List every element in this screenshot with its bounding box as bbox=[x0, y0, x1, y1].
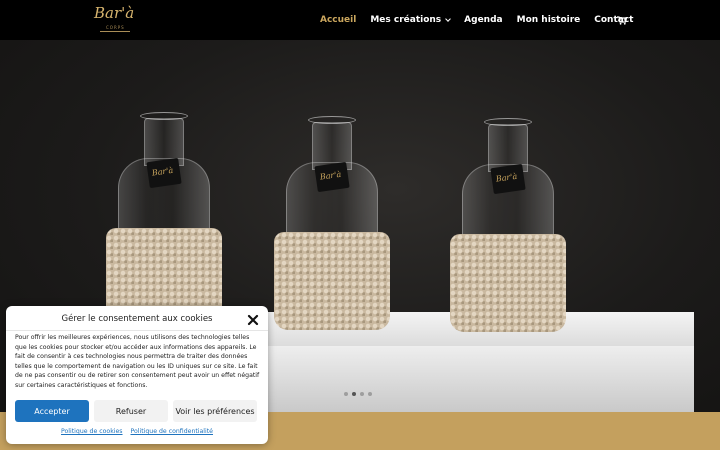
divider bbox=[6, 330, 268, 331]
view-preferences-button[interactable]: Voir les préférences bbox=[173, 400, 257, 422]
vase-image: Bar'à bbox=[448, 104, 568, 344]
site-logo[interactable]: Bar'à CORPS bbox=[92, 4, 134, 36]
nav-item-mon-histoire[interactable]: Mon histoire bbox=[517, 15, 581, 25]
brand-tag-text: Bar'à bbox=[319, 169, 342, 182]
nav-item-label: Contact bbox=[594, 15, 634, 25]
nav-item-mes-creations[interactable]: Mes créations bbox=[370, 15, 452, 25]
nav-item-agenda[interactable]: Agenda bbox=[464, 15, 502, 25]
main-nav: Accueil Mes créations Agenda Mon histoir… bbox=[320, 13, 647, 27]
brand-tag-text: Bar'à bbox=[495, 171, 518, 184]
policy-links: Politique de cookies Politique de confid… bbox=[6, 428, 268, 435]
logo-wordmark: Bar'à bbox=[94, 4, 135, 22]
cookie-policy-link[interactable]: Politique de cookies bbox=[61, 428, 123, 435]
nav-item-accueil[interactable]: Accueil bbox=[320, 15, 356, 25]
nav-item-label: Accueil bbox=[320, 15, 357, 25]
shopping-cart-icon[interactable] bbox=[617, 16, 627, 25]
brand-tag: Bar'à bbox=[490, 163, 526, 195]
slider-dot[interactable] bbox=[344, 392, 348, 396]
slider-dot[interactable] bbox=[368, 392, 372, 396]
slider-dot[interactable] bbox=[360, 392, 364, 396]
vase-image: Bar'à bbox=[272, 102, 392, 342]
vase-image: Bar'à bbox=[104, 98, 224, 338]
logo-underline bbox=[100, 31, 130, 32]
privacy-policy-link[interactable]: Politique de confidentialité bbox=[131, 428, 213, 435]
slider-pagination bbox=[344, 392, 376, 396]
accept-button[interactable]: Accepter bbox=[15, 400, 89, 422]
close-icon[interactable] bbox=[247, 314, 259, 326]
dialog-body-text: Pour offrir les meilleures expériences, … bbox=[15, 334, 260, 389]
knitted-sleeve bbox=[450, 234, 566, 332]
refuse-button[interactable]: Refuser bbox=[94, 400, 168, 422]
cookie-consent-dialog: Gérer le consentement aux cookies Pour o… bbox=[6, 306, 268, 444]
nav-item-label: Mon histoire bbox=[516, 15, 581, 25]
brand-tag-text: Bar'à bbox=[151, 165, 174, 178]
nav-item-label: Mes créations bbox=[370, 15, 442, 25]
chevron-down-icon bbox=[445, 15, 452, 22]
nav-item-contact[interactable]: Contact bbox=[594, 15, 633, 25]
dialog-title: Gérer le consentement aux cookies bbox=[61, 314, 213, 324]
brand-tag: Bar'à bbox=[314, 161, 350, 193]
knitted-sleeve bbox=[274, 232, 390, 330]
brand-tag: Bar'à bbox=[146, 157, 182, 189]
logo-subtitle: CORPS bbox=[106, 25, 125, 30]
slider-dot-active[interactable] bbox=[352, 392, 356, 396]
site-header: Bar'à CORPS Accueil Mes créations Agenda… bbox=[0, 0, 720, 40]
nav-item-label: Agenda bbox=[464, 15, 503, 25]
